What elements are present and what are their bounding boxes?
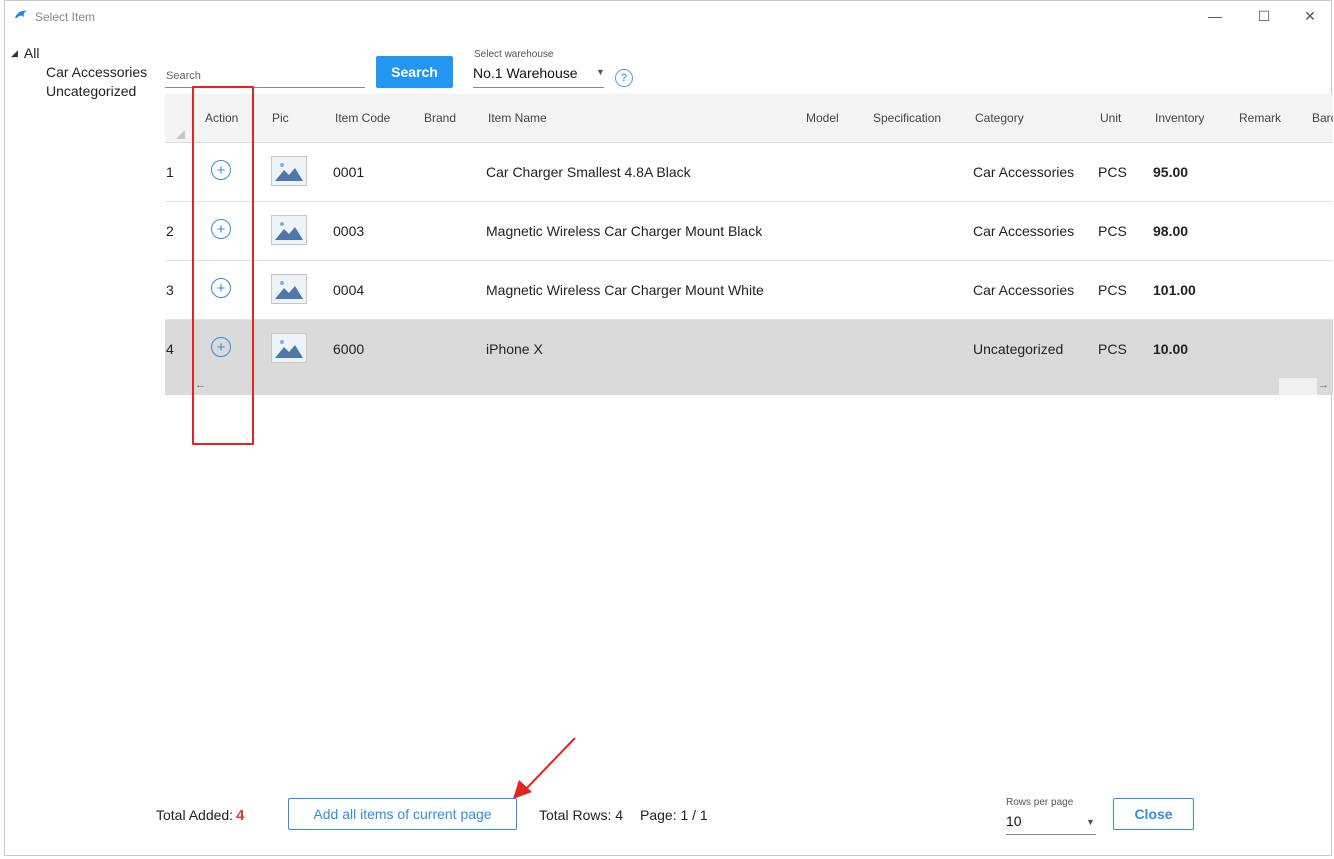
tree-item-car-accessories[interactable]: Car Accessories <box>46 64 147 80</box>
search-input[interactable]: Search <box>166 70 201 82</box>
table-row-selected[interactable]: 4 + 6000 iPhone X Uncategorized PCS 10.0… <box>165 320 1333 379</box>
col-inventory[interactable]: Inventory <box>1155 111 1204 125</box>
item-image-placeholder-icon <box>271 333 307 363</box>
close-button[interactable]: Close <box>1113 798 1194 830</box>
annotation-highlight-box <box>192 86 254 445</box>
item-category: Car Accessories <box>973 282 1075 298</box>
tree-item-uncategorized[interactable]: Uncategorized <box>46 83 147 99</box>
item-unit: PCS <box>1098 164 1127 180</box>
warehouse-select[interactable]: No.1 Warehouse <box>473 65 578 81</box>
tree-item-all[interactable]: ◢ All <box>11 45 147 61</box>
category-tree: ◢ All Car Accessories Uncategorized <box>11 45 147 99</box>
item-name: Magnetic Wireless Car Charger Mount Blac… <box>486 223 763 239</box>
row-index: 4 <box>166 341 174 357</box>
page-indicator: Page: 1 / 1 <box>640 807 708 823</box>
maximize-icon[interactable]: ☐ <box>1253 6 1275 26</box>
items-table: Action Pic Item Code Brand Item Name Mod… <box>165 94 1333 395</box>
item-unit: PCS <box>1098 223 1127 239</box>
col-specification[interactable]: Specification <box>873 111 941 125</box>
item-code: 6000 <box>333 341 365 357</box>
item-code: 0003 <box>333 223 365 239</box>
row-index: 1 <box>166 164 174 180</box>
item-code: 0004 <box>333 282 365 298</box>
col-pic[interactable]: Pic <box>272 111 289 125</box>
horizontal-scrollbar[interactable]: ← → <box>165 378 1333 395</box>
warehouse-label: Select warehouse <box>474 49 554 60</box>
scroll-right-icon[interactable]: → <box>1318 379 1329 391</box>
item-unit: PCS <box>1098 341 1127 357</box>
rows-per-page-label: Rows per page <box>1006 797 1074 808</box>
col-item-name[interactable]: Item Name <box>488 111 547 125</box>
warehouse-underline <box>473 87 604 88</box>
col-brand[interactable]: Brand <box>424 111 456 125</box>
chevron-down-icon[interactable]: ▼ <box>1086 817 1095 827</box>
item-name: Car Charger Smallest 4.8A Black <box>486 164 691 180</box>
item-category: Car Accessories <box>973 223 1075 239</box>
total-added: Total Added: 4 <box>156 807 244 824</box>
item-name: iPhone X <box>486 341 543 357</box>
col-model[interactable]: Model <box>806 111 839 125</box>
total-rows: Total Rows: 4 <box>539 807 624 823</box>
dolphin-icon <box>15 10 27 18</box>
table-row[interactable]: 3 + 0004 Magnetic Wireless Car Charger M… <box>165 261 1333 320</box>
select-item-dialog: Select Item — ☐ ✕ ◢ All Car Accessories … <box>4 0 1333 856</box>
row-index: 2 <box>166 223 174 239</box>
item-image-placeholder-icon <box>271 215 307 245</box>
minimize-icon[interactable]: — <box>1204 6 1226 26</box>
col-item-code[interactable]: Item Code <box>335 111 390 125</box>
expand-triangle-icon[interactable]: ◢ <box>11 48 18 59</box>
item-inventory: 10.00 <box>1153 341 1189 357</box>
item-inventory: 95.00 <box>1153 164 1189 180</box>
table-row[interactable]: 1 + 0001 Car Charger Smallest 4.8A Black… <box>165 143 1333 202</box>
col-unit[interactable]: Unit <box>1100 111 1121 125</box>
item-category: Uncategorized <box>973 341 1064 357</box>
window-title: Select Item <box>35 10 96 24</box>
titlebar: Select Item — ☐ ✕ <box>5 1 1331 31</box>
total-added-label: Total Added: <box>156 807 234 823</box>
table-row[interactable]: 2 + 0003 Magnetic Wireless Car Charger M… <box>165 202 1333 261</box>
search-button[interactable]: Search <box>376 56 453 88</box>
add-all-items-button[interactable]: Add all items of current page <box>288 798 517 830</box>
tree-root-label: All <box>23 45 40 61</box>
col-category[interactable]: Category <box>975 111 1024 125</box>
item-category: Car Accessories <box>973 164 1075 180</box>
item-image-placeholder-icon <box>271 156 307 186</box>
scrollbar-thumb[interactable] <box>1279 378 1317 395</box>
table-header: Action Pic Item Code Brand Item Name Mod… <box>165 94 1333 143</box>
item-inventory: 98.00 <box>1153 223 1189 239</box>
rows-per-page-underline <box>1006 834 1096 835</box>
rows-per-page-select[interactable]: 10 <box>1006 813 1022 829</box>
item-code: 0001 <box>333 164 365 180</box>
item-inventory: 101.00 <box>1153 282 1196 298</box>
close-icon[interactable]: ✕ <box>1299 6 1321 26</box>
item-image-placeholder-icon <box>271 274 307 304</box>
row-index: 3 <box>166 282 174 298</box>
help-icon[interactable]: ? <box>615 69 633 87</box>
select-all-corner[interactable] <box>176 130 185 139</box>
item-unit: PCS <box>1098 282 1127 298</box>
total-added-count: 4 <box>236 807 245 824</box>
col-remark[interactable]: Remark <box>1239 111 1281 125</box>
col-barcode[interactable]: Barc <box>1312 111 1333 125</box>
item-name: Magnetic Wireless Car Charger Mount Whit… <box>486 282 764 298</box>
chevron-down-icon[interactable]: ▼ <box>596 67 605 77</box>
